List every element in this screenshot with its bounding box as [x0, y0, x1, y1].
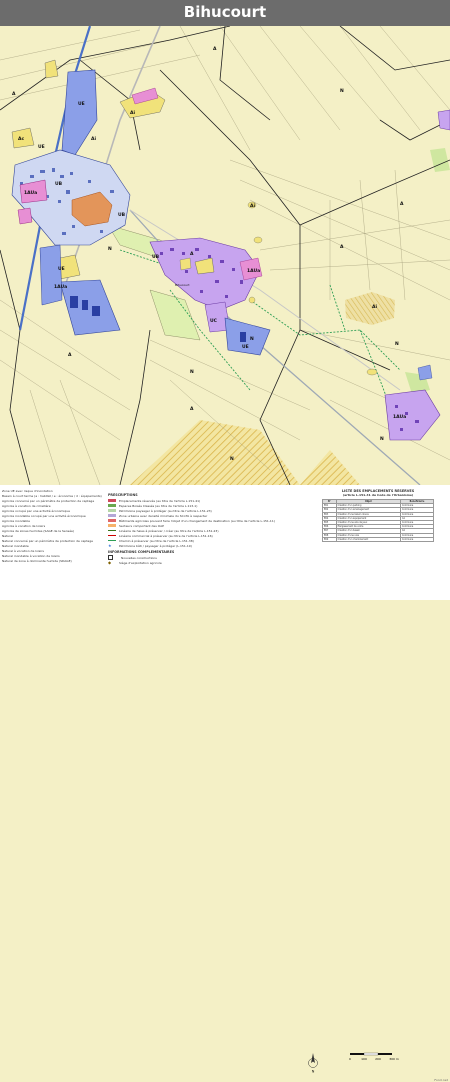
legend-label: Patrimoine paysager à protéger (au titre…: [119, 508, 212, 513]
legend-swatch: [108, 524, 116, 527]
zone-label: 1AUa: [24, 190, 37, 196]
svg-text:100: 100: [361, 1057, 367, 1061]
zone-label: N: [395, 341, 399, 347]
legend-label: Linéaire commercial à préserver (au titr…: [119, 533, 213, 538]
legend-label: Linéaire de haies à préserver / créer (a…: [119, 528, 219, 533]
legend-label: Siège d'exploitation agricole: [119, 560, 162, 565]
zone-label: 1AUa: [54, 284, 67, 290]
svg-text:300 m: 300 m: [389, 1057, 399, 1061]
zone-label: Ai: [372, 304, 377, 310]
zone-label: Ac: [18, 136, 24, 142]
zone-label: A: [400, 201, 404, 207]
zone-label: 1AUa: [393, 414, 406, 420]
legend-swatch: [108, 509, 116, 512]
yellow-ai-oval-2: [253, 236, 263, 244]
svg-text:0: 0: [349, 1057, 351, 1061]
zone-label: N: [108, 246, 112, 252]
zone-label: UE: [78, 101, 85, 107]
zone-legend-list: Zone UE avec risque d'inondation Bassin …: [2, 489, 102, 564]
svg-text:N: N: [312, 1070, 315, 1074]
reserved-table: N° Objet Bénéficiaire ER1 Création d'un p…: [322, 498, 435, 542]
zone-label: 1AUa: [247, 268, 260, 274]
legend-swatch: [108, 519, 116, 522]
zone-label: A: [190, 406, 194, 412]
zone-label: N: [230, 456, 234, 462]
legend-swatch: [108, 540, 116, 541]
zone-label: N: [340, 88, 344, 94]
yellow-ai-oval-4: [366, 368, 378, 376]
legend-label: Patrimoine bâti / paysager à protéger (L…: [119, 543, 192, 548]
prescriptions-legend: PRESCRIPTIONS Emplacements réservés (au …: [108, 491, 308, 565]
legend-swatch: [108, 514, 116, 517]
table-row: ER9 Création d'un cheminement Commune: [322, 536, 435, 542]
yellow-ai-oval-3: [248, 296, 256, 304]
legend-label: Chemin à préserver (au titre de l'articl…: [119, 538, 194, 543]
zone-label: Ai: [91, 136, 96, 142]
legend-label: Bâtiments agricoles pouvant faire l'obje…: [119, 518, 275, 523]
legend-swatch: [108, 499, 116, 502]
north-arrow-icon: N: [308, 1053, 318, 1074]
legend-swatch: [108, 504, 116, 507]
scale-bar: 0 100 200 300 m: [349, 1052, 399, 1061]
legend-swatch: [108, 535, 116, 536]
place-name-bihucourt: Bihucourt: [175, 283, 190, 287]
legend-label: Espaces Boisés Classés (au titre de l'ar…: [119, 503, 198, 508]
yellow-ai-small: [179, 257, 192, 271]
zone-label: UE: [242, 344, 249, 350]
legend-label: Nouvelles constructions: [121, 555, 157, 560]
zone-label: Ai: [250, 203, 255, 209]
legend-row: ◆ Siège d'exploitation agricole: [108, 560, 308, 565]
zone-label: A: [213, 46, 217, 52]
star-icon: ★: [108, 543, 112, 548]
legend-item: Naturel de zone à dominante humide (SDAG…: [2, 559, 72, 563]
legend-row: ★ Patrimoine bâti / paysager à protéger (…: [108, 543, 308, 548]
zone-label: UB: [118, 212, 126, 218]
reserved-areas-table: LISTE DES EMPLACEMENTS RESERVES (article…: [322, 489, 435, 542]
zone-label: N: [380, 436, 384, 442]
zone-label: UE: [58, 266, 65, 272]
footer-note: Fond cad: [434, 1078, 448, 1082]
zoning-map[interactable]: A A N UE Ai Ac 1AUa UE UB UB Ai Ai UB UE…: [0, 26, 450, 485]
legend-swatch: [108, 530, 116, 531]
legend-label: Emplacements réservés (au titre de l'art…: [119, 498, 201, 503]
map-title: Bihucourt: [183, 3, 267, 21]
activity-zone-pink: [17, 207, 33, 225]
legend-label: Secteurs comportant des OAP: [119, 523, 164, 528]
urban-ue-west-strip: [39, 244, 63, 306]
farm-seat-icon: ◆: [108, 560, 112, 565]
zone-label: UC: [210, 318, 218, 324]
svg-text:200: 200: [375, 1057, 381, 1061]
legend-label: Zone urbaine avec densité minimale du SC…: [119, 513, 208, 518]
zone-label: A: [12, 91, 16, 97]
legend-panel: Zone UE avec risque d'inondation Bassin …: [0, 485, 450, 1082]
zone-label: UB: [55, 181, 63, 187]
zone-label: N: [250, 336, 254, 342]
zone-label: UE: [38, 144, 45, 150]
zone-label: A: [68, 352, 72, 358]
reserved-subheading: (article L.151-41 du Code de l'Urbanisme…: [342, 493, 414, 497]
building-ue-east: [240, 332, 246, 342]
informations-heading: INFORMATIONS COMPLEMENTAIRES: [108, 550, 175, 554]
zone-label: Ai: [130, 110, 135, 116]
urban-zone-ne-edge: [437, 109, 450, 131]
zone-label: A: [340, 244, 344, 250]
zone-label: A: [190, 251, 194, 257]
title-bar: Bihucourt: [0, 0, 450, 26]
prescriptions-heading: PRESCRIPTIONS: [108, 493, 138, 497]
zone-label: N: [190, 369, 194, 375]
zone-label: UB: [152, 254, 160, 260]
